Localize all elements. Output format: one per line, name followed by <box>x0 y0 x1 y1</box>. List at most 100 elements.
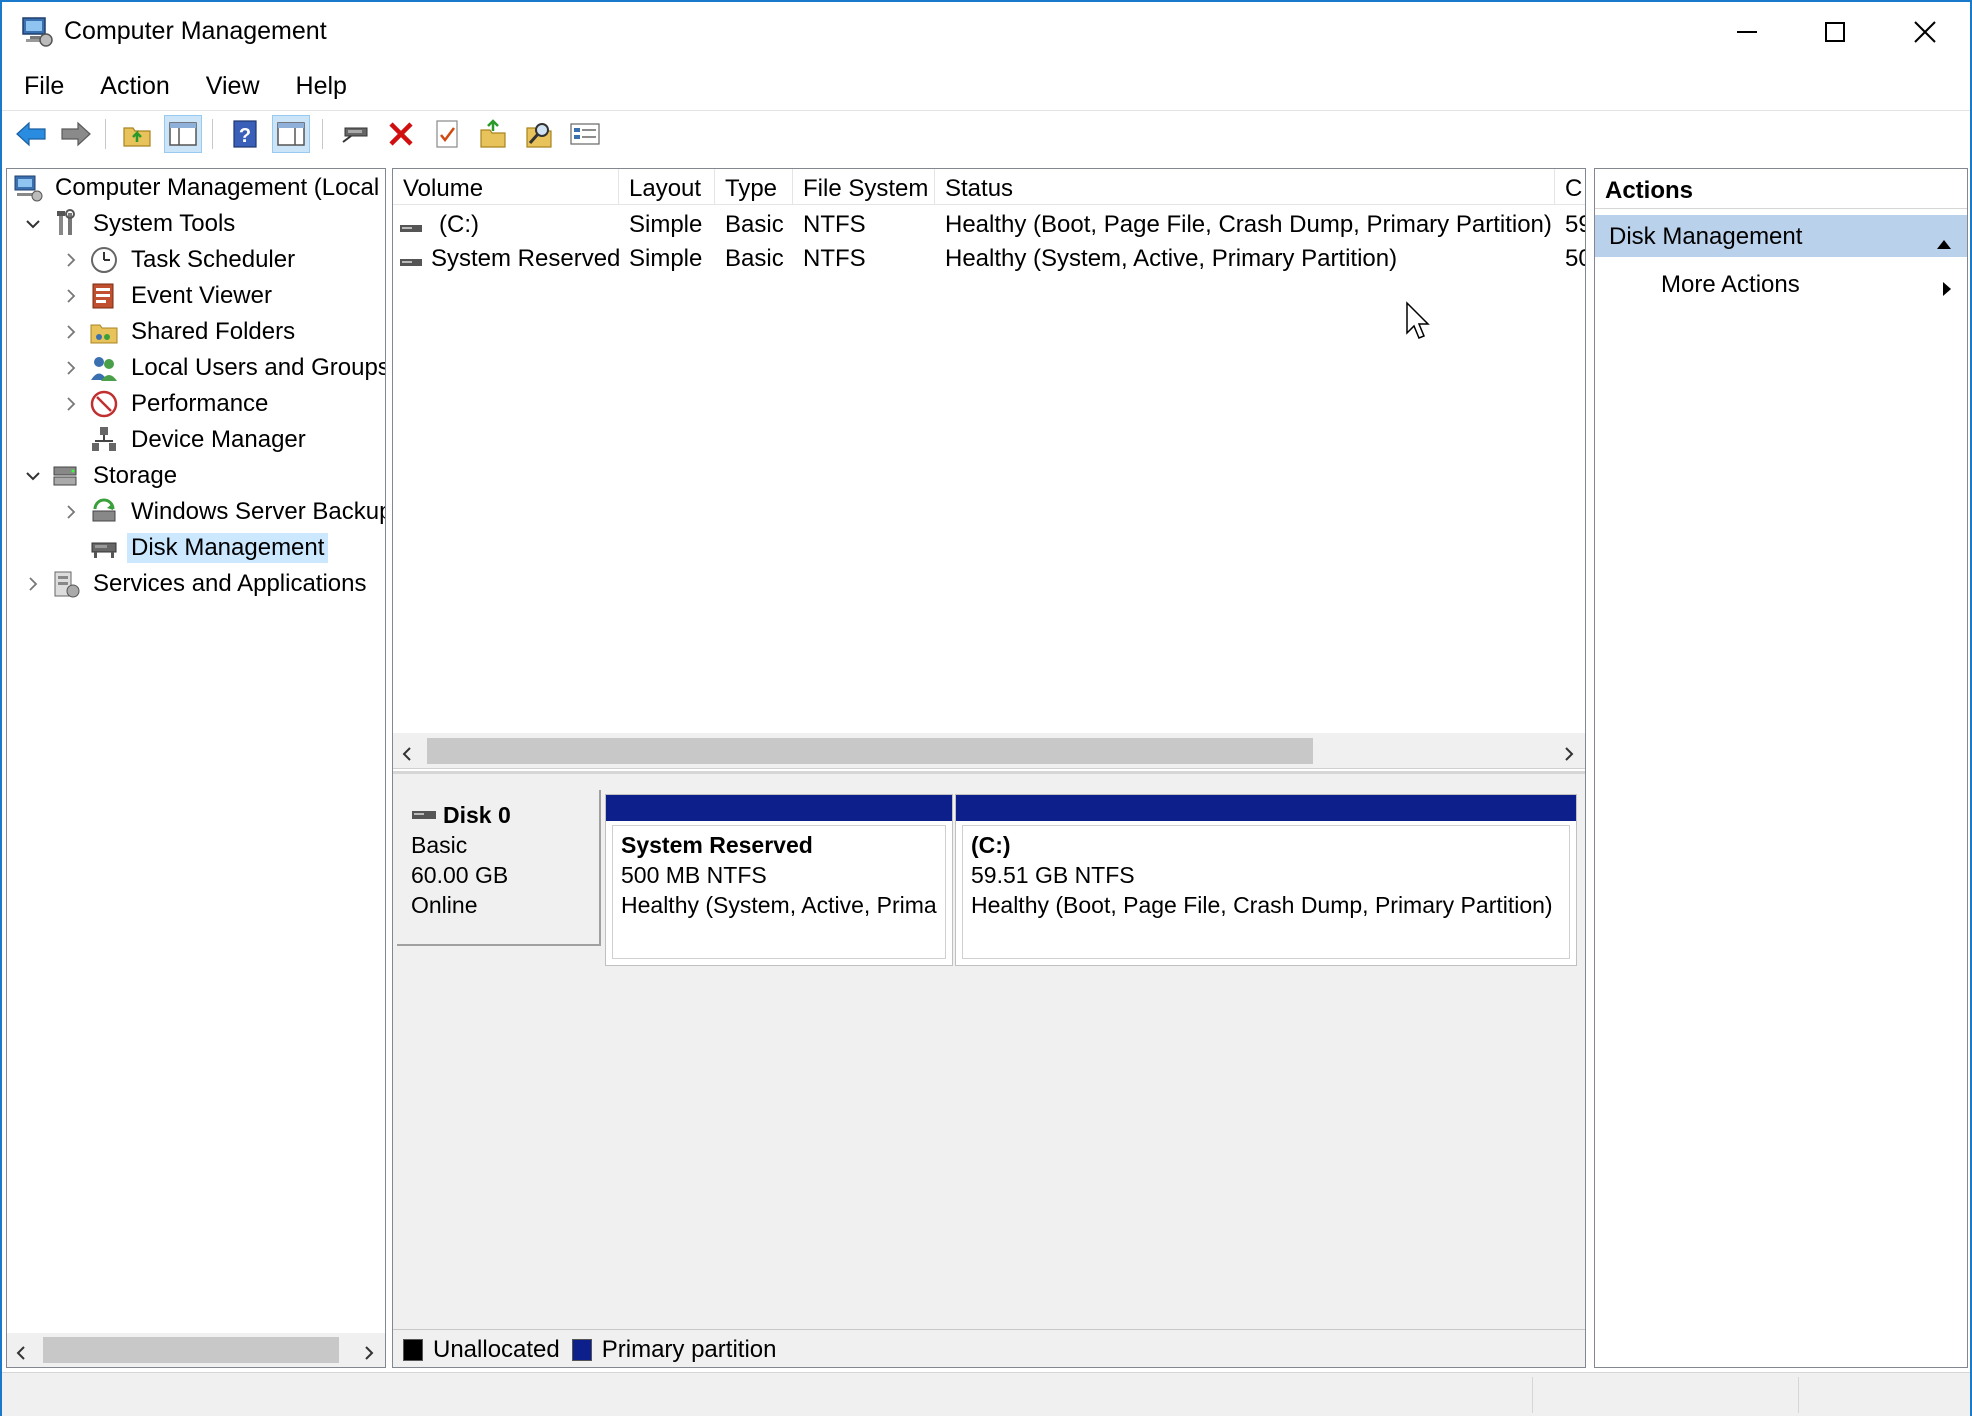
menu-file[interactable]: File <box>2 64 78 108</box>
tree-item-device-manager[interactable]: Device Manager <box>89 423 310 457</box>
cell-layout: Simple <box>629 245 703 272</box>
scroll-right-icon[interactable] <box>361 1341 377 1367</box>
more-actions-label: More Actions <box>1661 271 1800 298</box>
column-status[interactable]: Status <box>935 169 1555 205</box>
export-button[interactable] <box>474 115 512 153</box>
actions-section-disk-management[interactable]: Disk Management <box>1595 215 1967 257</box>
chevron-right-icon[interactable] <box>61 250 81 270</box>
actions-title: Actions <box>1595 169 1967 209</box>
search-button[interactable] <box>520 115 558 153</box>
show-hide-tree-icon <box>169 122 197 146</box>
legend-primary-partition: Primary partition <box>601 1335 777 1363</box>
disk-type: Basic <box>411 832 468 858</box>
tree-item-event-viewer[interactable]: Event Viewer <box>61 279 276 313</box>
maximize-icon <box>1825 22 1845 42</box>
scroll-right-icon[interactable] <box>1561 742 1577 770</box>
column-volume[interactable]: Volume <box>393 169 619 205</box>
tree-item-services-and-applications[interactable]: Services and Applications <box>23 567 371 601</box>
event-viewer-icon <box>89 281 119 311</box>
chevron-right-icon[interactable] <box>61 322 81 342</box>
computer-management-icon <box>20 14 54 48</box>
column-file-system[interactable]: File System <box>793 169 935 205</box>
connect-button[interactable] <box>336 115 374 153</box>
scroll-left-icon[interactable] <box>399 742 415 770</box>
partition-c[interactable]: (C:) 59.51 GB NTFS Healthy (Boot, Page F… <box>955 794 1577 966</box>
show-hide-tree-button[interactable] <box>164 115 202 153</box>
help-icon: ? <box>233 120 257 148</box>
tree-item-computer-management[interactable]: Computer Management (Local <box>13 171 383 205</box>
menu-action[interactable]: Action <box>78 64 183 108</box>
performance-icon <box>89 389 119 419</box>
tree-item-local-users-and-groups[interactable]: Local Users and Groups <box>61 351 385 385</box>
cell-type: Basic <box>725 245 784 272</box>
up-folder-button[interactable] <box>118 115 156 153</box>
table-row[interactable]: (C:) Simple Basic NTFS Healthy (Boot, Pa… <box>393 207 1585 241</box>
partition-system-reserved[interactable]: System Reserved 500 MB NTFS Healthy (Sys… <box>605 794 953 966</box>
export-icon <box>480 119 506 148</box>
minimize-button[interactable] <box>1702 2 1792 62</box>
users-icon <box>89 353 119 383</box>
delete-button[interactable] <box>382 115 420 153</box>
shared-folder-icon <box>89 317 119 347</box>
disk-management-pane: Volume Layout Type File System Status C … <box>392 168 1586 1368</box>
tree-item-task-scheduler[interactable]: Task Scheduler <box>61 243 299 277</box>
chevron-right-icon[interactable] <box>61 286 81 306</box>
volume-list-horizontal-scrollbar[interactable] <box>393 733 1585 769</box>
tree-item-performance[interactable]: Performance <box>61 387 272 421</box>
forward-button[interactable] <box>57 115 95 153</box>
close-icon <box>1914 21 1936 43</box>
collapse-up-icon[interactable] <box>1935 229 1953 257</box>
scroll-left-icon[interactable] <box>13 1341 29 1367</box>
toolbar: ? <box>2 110 1970 156</box>
tree-item-shared-folders[interactable]: Shared Folders <box>61 315 299 349</box>
legend-unallocated: Unallocated <box>433 1335 560 1363</box>
chevron-right-icon[interactable] <box>61 394 81 414</box>
cell-volume: System Reserved <box>431 245 619 272</box>
show-hide-action-pane-icon <box>277 122 305 146</box>
menu-help[interactable]: Help <box>274 64 361 108</box>
show-hide-action-pane-button[interactable] <box>272 115 310 153</box>
chevron-down-icon[interactable] <box>23 214 43 234</box>
more-actions-item[interactable]: More Actions <box>1595 265 1967 305</box>
disk-name: Disk 0 <box>443 802 511 828</box>
primary-partition-bar <box>606 795 952 821</box>
close-button[interactable] <box>1880 2 1970 62</box>
computer-management-icon <box>13 173 43 203</box>
help-button[interactable]: ? <box>226 115 264 153</box>
volume-icon <box>399 249 423 277</box>
tree-item-disk-management[interactable]: Disk Management <box>89 531 329 565</box>
clock-icon <box>89 245 119 275</box>
tree-item-storage[interactable]: Storage <box>23 459 181 493</box>
partition-size: 59.51 GB NTFS <box>971 862 1135 888</box>
column-type[interactable]: Type <box>715 169 793 205</box>
tree-item-system-tools[interactable]: System Tools <box>23 207 239 241</box>
tree-horizontal-scrollbar[interactable] <box>7 1333 385 1367</box>
cell-volume: (C:) <box>439 211 479 238</box>
volume-icon <box>399 215 423 243</box>
list-view-icon <box>570 123 600 145</box>
tree-item-windows-server-backup[interactable]: Windows Server Backup <box>61 495 385 529</box>
chevron-down-icon[interactable] <box>23 466 43 486</box>
partition-details: (C:) 59.51 GB NTFS Healthy (Boot, Page F… <box>962 825 1570 959</box>
search-icon <box>526 123 552 148</box>
list-view-button[interactable] <box>566 115 604 153</box>
services-icon <box>51 569 81 599</box>
tree-scroll-thumb[interactable] <box>43 1337 339 1363</box>
table-row[interactable]: System Reserved Simple Basic NTFS Health… <box>393 241 1585 275</box>
back-button[interactable] <box>12 115 50 153</box>
actions-pane: Actions Disk Management More Actions <box>1594 168 1968 1368</box>
cell-status: Healthy (Boot, Page File, Crash Dump, Pr… <box>945 211 1552 238</box>
disk-0-label[interactable]: Disk 0 Basic 60.00 GB Online <box>397 790 601 946</box>
chevron-right-icon[interactable] <box>61 502 81 522</box>
up-folder-icon <box>123 127 151 147</box>
volume-list-scroll-thumb[interactable] <box>427 738 1313 764</box>
chevron-right-icon[interactable] <box>23 574 43 594</box>
partition-details: System Reserved 500 MB NTFS Healthy (Sys… <box>612 825 946 959</box>
maximize-button[interactable] <box>1790 2 1880 62</box>
chevron-right-icon[interactable] <box>61 358 81 378</box>
column-layout[interactable]: Layout <box>619 169 715 205</box>
menu-view[interactable]: View <box>184 64 274 108</box>
column-capacity[interactable]: C <box>1555 169 1585 205</box>
properties-button[interactable] <box>428 115 466 153</box>
window-title: Computer Management <box>64 17 327 45</box>
